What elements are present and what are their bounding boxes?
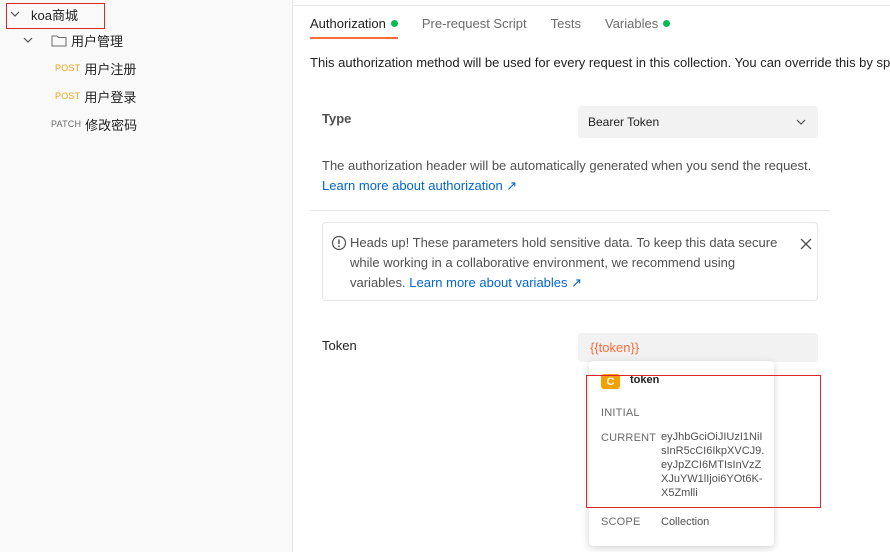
method-badge: PATCH [51,119,82,129]
collection-variable-badge: C [601,374,620,389]
auth-description: The authorization header will be automat… [322,156,822,196]
tab-pre-request-script[interactable]: Pre-request Script [422,9,527,37]
chevron-down-icon[interactable] [23,35,33,45]
divider [294,5,890,6]
tab-label: Authorization [310,15,386,31]
token-input[interactable]: {{token}} [578,333,818,362]
type-label: Type [322,111,352,126]
status-dot [390,19,398,27]
alert-text: Heads up! These parameters hold sensitiv… [350,233,780,293]
request-item[interactable]: PATCH 修改密码 [51,110,137,138]
variable-name: token [630,374,660,386]
tab-label: Variables [605,15,659,31]
request-name: 用户注册 [84,61,137,77]
request-name: 修改密码 [85,117,138,133]
auth-type-select[interactable]: Bearer Token [578,106,818,138]
token-label: Token [322,338,357,353]
tab-label: Pre-request Script [421,15,527,31]
request-name: 用户登录 [84,89,137,105]
folder-name: 用户管理 [71,33,124,49]
close-icon[interactable] [799,237,813,251]
tab-tests[interactable]: Tests [551,9,581,37]
method-badge: POST [55,91,81,101]
method-badge: POST [55,63,81,73]
chevron-down-icon [796,119,806,125]
app-window: koa商城 用户管理 POST 用户注册 POST 用户登录 PATCH 修改密… [0,0,890,552]
auth-info-text: This authorization method will be used f… [310,55,890,70]
collection-row[interactable]: koa商城 [0,0,292,28]
chevron-down-icon[interactable] [10,9,20,19]
tab-label: Tests [550,15,581,31]
tab-variables[interactable]: Variables [605,9,671,37]
auth-type-value: Bearer Token [588,115,660,129]
learn-more-authorization-link[interactable]: Learn more about authorization ↗ [322,176,822,196]
scope-value: Collection [661,516,710,528]
info-icon [331,235,347,251]
divider [310,210,830,211]
editor-tabs: Authorization Pre-request Script Tests V… [310,9,694,39]
tab-authorization[interactable]: Authorization [310,9,398,39]
variable-popover: C token INITIAL CURRENT eyJhbGciOiJIUzI1… [589,361,774,546]
folder-icon [51,35,67,46]
learn-more-variables-link[interactable]: Learn more about variables ↗ [409,275,582,290]
folder-row[interactable]: 用户管理 [0,26,292,54]
request-item[interactable]: POST 用户注册 [55,54,136,82]
status-dot [663,19,671,27]
collection-editor: Authorization Pre-request Script Tests V… [294,0,890,552]
current-label: CURRENT [601,432,657,444]
auth-description-text: The authorization header will be automat… [322,158,812,173]
collection-sidebar: koa商城 用户管理 POST 用户注册 POST 用户登录 PATCH 修改密… [0,0,293,552]
token-value: {{token}} [590,340,640,355]
sensitive-data-alert: Heads up! These parameters hold sensitiv… [322,222,818,301]
request-item[interactable]: POST 用户登录 [55,82,136,110]
collection-name: koa商城 [31,7,78,23]
current-value: eyJhbGciOiJIUzI1NiIsInR5cCI6IkpXVCJ9.eyJ… [661,431,765,499]
initial-label: INITIAL [601,407,640,419]
scope-label: SCOPE [601,516,641,528]
